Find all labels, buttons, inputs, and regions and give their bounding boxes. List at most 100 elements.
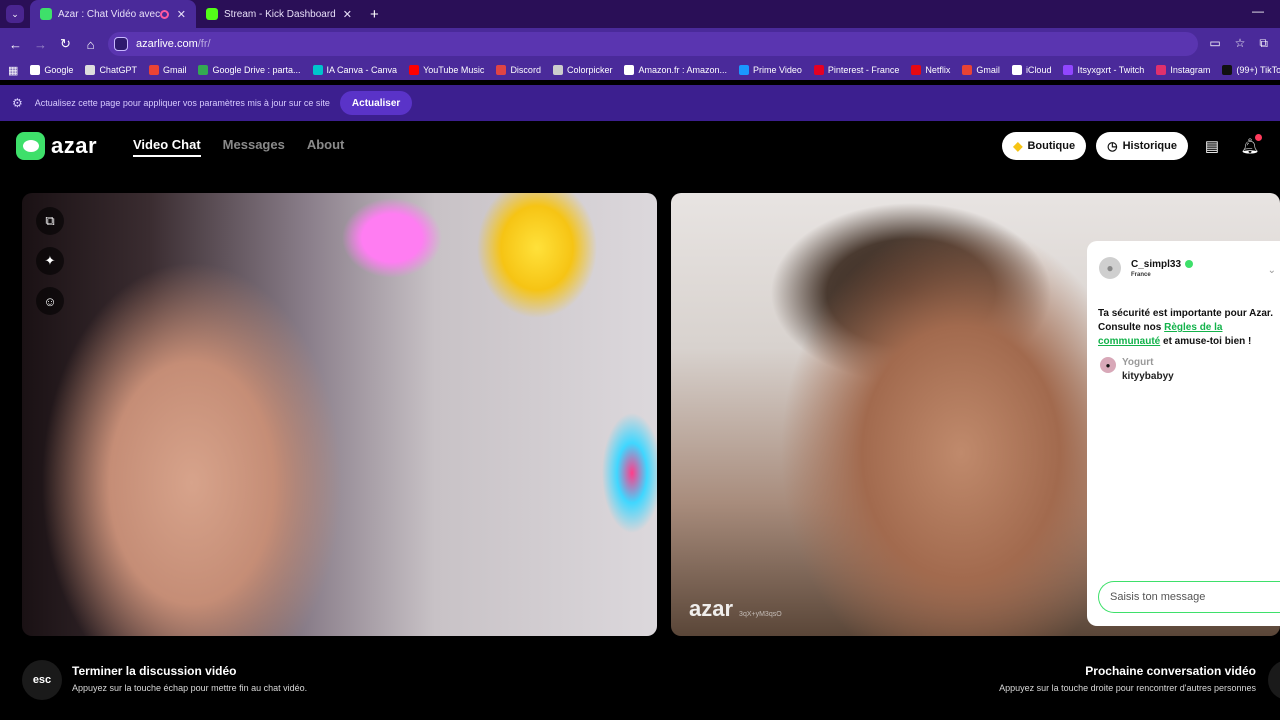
bookmark-item[interactable]: (99+) TikTok - Make... xyxy=(1222,65,1280,75)
next-chat-title: Prochaine conversation vidéo xyxy=(1085,664,1256,678)
forward-icon[interactable]: → xyxy=(28,37,53,52)
minimize-icon[interactable]: — xyxy=(1252,4,1264,18)
chat-message: ● Yogurt kityybabyy xyxy=(1100,357,1174,382)
historique-button[interactable]: ◷ Historique xyxy=(1096,132,1188,160)
bookmark-label: Amazon.fr : Amazon... xyxy=(638,65,728,75)
address-bar: ← → ↻ ⌂ azarlive.com/fr/ ▭ ☆ ⧉ xyxy=(0,28,1280,60)
bookmark-item[interactable]: Netflix xyxy=(911,65,950,75)
browser-tab-bar: ⌄ Azar : Chat Vidéo avec de n ✕ Stream -… xyxy=(0,0,1280,28)
watermark-id: 3qX+yM3qsO xyxy=(739,611,782,618)
nav-video-chat[interactable]: Video Chat xyxy=(133,137,201,157)
magic-wand-icon[interactable]: ✦ xyxy=(36,247,64,275)
bookmark-item[interactable]: iCloud xyxy=(1011,65,1051,75)
next-chat-hint: Prochaine conversation vidéo Appuyez sur… xyxy=(999,664,1256,693)
esc-key-button[interactable]: esc xyxy=(22,660,62,700)
bookmark-item[interactable]: Instagram xyxy=(1156,65,1210,75)
boutique-button[interactable]: ◆ Boutique xyxy=(1002,132,1087,160)
partner-country: France xyxy=(1131,271,1151,278)
tab-kick[interactable]: Stream - Kick Dashboard ✕ xyxy=(196,0,362,28)
watermark-logo: azar xyxy=(689,596,734,621)
bookmarks-bar: ▦ Google ChatGPT Gmail Google Drive : parta… xyxy=(0,60,1280,80)
url-field[interactable]: azarlive.com/fr/ xyxy=(108,32,1198,56)
bookmark-item[interactable]: Google xyxy=(30,65,73,75)
azar-logo[interactable]: azar xyxy=(16,132,97,160)
partner-username: C_simpl33 xyxy=(1131,258,1182,270)
verified-icon xyxy=(1185,260,1194,268)
nav-messages[interactable]: Messages xyxy=(223,137,285,157)
bookmark-star-icon[interactable]: ☆ xyxy=(1235,36,1246,51)
bookmark-favicon-icon xyxy=(30,65,41,75)
gem-icon: ◆ xyxy=(1013,139,1023,153)
bookmark-item[interactable]: Gmail xyxy=(962,65,1000,75)
tab-search-icon[interactable]: ⌄ xyxy=(6,5,24,23)
kick-favicon-icon xyxy=(206,8,218,20)
bookmark-item[interactable]: Discord xyxy=(496,65,541,75)
bookmark-label: Colorpicker xyxy=(566,65,613,75)
message-input[interactable]: Saisis ton message xyxy=(1098,581,1280,613)
bookmark-item[interactable]: ChatGPT xyxy=(85,65,137,75)
bookmark-favicon-icon xyxy=(312,65,323,75)
bookmark-label: Google Drive : parta... xyxy=(212,65,301,75)
bookmark-item[interactable]: Google Drive : parta... xyxy=(198,65,301,75)
avatar: ● xyxy=(1099,257,1121,279)
azar-logo-icon xyxy=(16,132,45,160)
bookmark-favicon-icon xyxy=(1156,65,1167,75)
refresh-button[interactable]: Actualiser xyxy=(339,91,413,115)
bookmark-item[interactable]: Gmail xyxy=(148,65,187,75)
bookmark-label: Gmail xyxy=(162,65,187,75)
url-host: azarlive.com xyxy=(136,38,198,50)
infobar-text: Actualisez cette page pour appliquer vos… xyxy=(34,98,330,108)
safety-notice: Ta sécurité est importante pour Azar. Co… xyxy=(1098,307,1280,349)
bookmark-item[interactable]: YouTube Music xyxy=(409,65,484,75)
bookmark-label: Instagram xyxy=(1170,65,1211,75)
close-tab-icon[interactable]: ✕ xyxy=(177,8,186,21)
bookmark-label: Itsyxgxrt - Twitch xyxy=(1077,65,1145,75)
bookmark-item[interactable]: Itsyxgxrt - Twitch xyxy=(1063,65,1144,75)
bookmark-label: Prime Video xyxy=(753,65,802,75)
end-chat-subtitle: Appuyez sur la touche échap pour mettre … xyxy=(72,683,308,693)
bookmark-label: Pinterest - France xyxy=(827,65,900,75)
close-tab-icon[interactable]: ✕ xyxy=(343,8,352,21)
bookmark-favicon-icon xyxy=(552,65,563,75)
bookmark-item[interactable]: Prime Video xyxy=(739,65,802,75)
bookmark-favicon-icon xyxy=(624,65,635,75)
tab-azar[interactable]: Azar : Chat Vidéo avec de n ✕ xyxy=(30,0,196,28)
clock-icon: ◷ xyxy=(1107,139,1118,153)
inbox-icon[interactable]: ▤ xyxy=(1198,132,1226,160)
recording-icon xyxy=(159,9,169,19)
extensions-icon[interactable]: ⧉ xyxy=(1259,36,1268,51)
bookmark-favicon-icon xyxy=(148,65,159,75)
pip-toggle-icon[interactable]: ⧉ xyxy=(36,207,64,235)
bookmark-item[interactable]: IA Canva - Canva xyxy=(312,65,397,75)
bookmark-label: Discord xyxy=(510,65,541,75)
bookmark-favicon-icon xyxy=(85,65,96,75)
site-info-icon[interactable] xyxy=(114,37,128,51)
cast-icon[interactable]: ▭ xyxy=(1209,36,1220,51)
message-avatar: ● xyxy=(1100,357,1116,373)
bookmark-item[interactable]: Pinterest - France xyxy=(813,65,900,75)
tab-title: Stream - Kick Dashboard xyxy=(224,8,336,20)
reload-icon[interactable]: ↻ xyxy=(53,36,78,52)
self-video-feed: ⧉ ✦ ☺ xyxy=(22,193,657,636)
bookmark-label: ChatGPT xyxy=(99,65,137,75)
bookmark-item[interactable]: Colorpicker xyxy=(552,65,613,75)
end-chat-title: Terminer la discussion vidéo xyxy=(72,664,237,678)
bookmark-favicon-icon xyxy=(1063,65,1074,75)
bookmark-item[interactable]: Amazon.fr : Amazon... xyxy=(624,65,727,75)
face-filter-icon[interactable]: ☺ xyxy=(36,287,64,315)
bookmark-label: YouTube Music xyxy=(423,65,485,75)
bookmark-label: Gmail xyxy=(976,65,1000,75)
chevron-down-icon[interactable]: ⌄ xyxy=(1268,265,1276,276)
home-icon[interactable]: ⌂ xyxy=(78,37,103,52)
bookmark-favicon-icon xyxy=(409,65,420,75)
bookmark-favicon-icon xyxy=(962,65,973,75)
back-icon[interactable]: ← xyxy=(3,37,28,52)
partner-profile[interactable]: ● C_simpl33 France xyxy=(1099,257,1194,279)
azar-app: azar Video Chat Messages About ◆ Boutiqu… xyxy=(0,121,1280,720)
nav-about[interactable]: About xyxy=(307,137,345,157)
new-tab-icon[interactable]: + xyxy=(370,6,379,23)
bell-icon[interactable]: 🔔︎ xyxy=(1236,132,1264,160)
next-key-button[interactable] xyxy=(1268,660,1280,700)
apps-grid-icon[interactable]: ▦ xyxy=(8,64,18,77)
notification-badge xyxy=(1255,134,1262,141)
